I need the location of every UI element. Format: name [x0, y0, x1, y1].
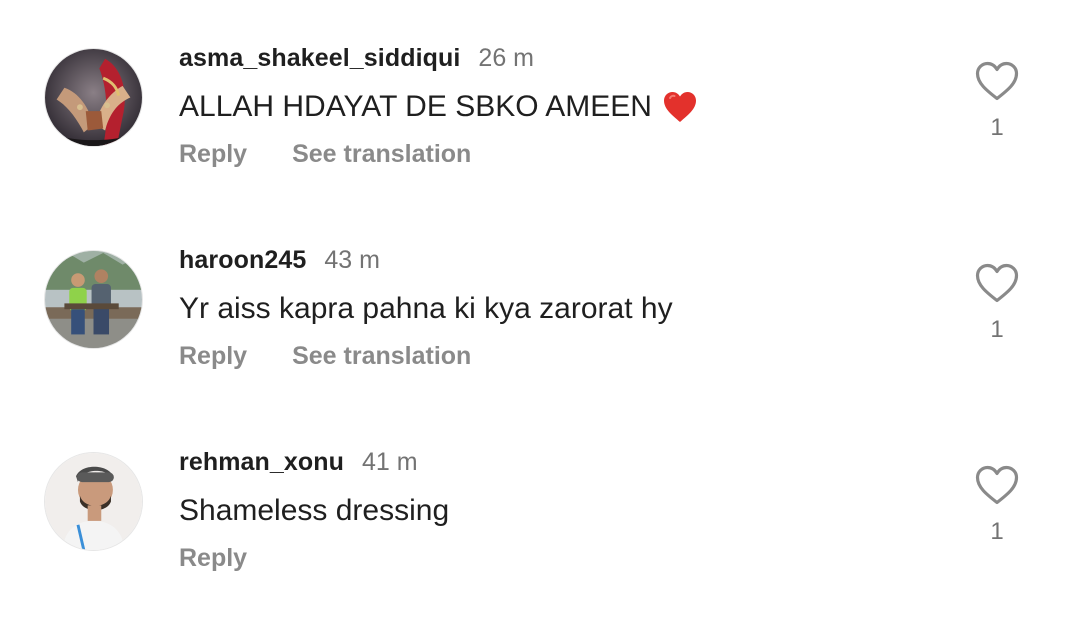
reply-button[interactable]: Reply [179, 342, 247, 371]
username[interactable]: haroon245 [179, 246, 306, 275]
like-count: 1 [990, 114, 1004, 141]
comment-item: asma_shakeel_siddiqui 26 m ALLAH HDAYAT … [0, 38, 1080, 238]
comment-body: Shameless dressing [179, 494, 450, 527]
comment-text: ALLAH HDAYAT DE SBKO AMEEN [179, 88, 698, 126]
comments-list: asma_shakeel_siddiqui 26 m ALLAH HDAYAT … [0, 0, 1080, 617]
comment-body: ALLAH HDAYAT DE SBKO AMEEN [179, 90, 652, 123]
avatar[interactable] [44, 452, 143, 551]
like-control: 1 [974, 262, 1020, 358]
avatar-image [45, 49, 142, 146]
reply-button[interactable]: Reply [179, 140, 247, 169]
comment-actions: Reply See translation [179, 140, 471, 169]
like-count: 1 [990, 316, 1004, 343]
avatar-image [45, 251, 142, 348]
reply-button[interactable]: Reply [179, 544, 247, 573]
timestamp: 43 m [324, 245, 380, 274]
comment-actions: Reply See translation [179, 342, 471, 371]
avatar[interactable] [44, 250, 143, 349]
timestamp: 41 m [362, 447, 418, 476]
comment-item: haroon245 43 m Yr aiss kapra pahna ki ky… [0, 240, 1080, 440]
timestamp: 26 m [478, 43, 535, 72]
avatar[interactable] [44, 48, 143, 147]
comment-body: Yr aiss kapra pahna ki kya zarorat hy [179, 292, 673, 325]
comment-actions: Reply [179, 544, 247, 573]
comment-header: haroon245 43 m [179, 244, 380, 276]
see-translation-button[interactable]: See translation [292, 140, 471, 169]
see-translation-button[interactable]: See translation [292, 342, 471, 371]
heart-outline-icon[interactable] [974, 464, 1020, 506]
comment-text: Yr aiss kapra pahna ki kya zarorat hy [179, 290, 673, 328]
comment-item: rehman_xonu 41 m Shameless dressing Repl… [0, 442, 1080, 617]
heart-outline-icon[interactable] [974, 262, 1020, 304]
like-control: 1 [974, 60, 1020, 156]
like-control: 1 [974, 464, 1020, 560]
avatar-image [45, 453, 142, 550]
comment-text: Shameless dressing [179, 492, 449, 530]
red-heart-emoji-icon [662, 90, 698, 124]
comment-header: rehman_xonu 41 m [179, 446, 418, 478]
username[interactable]: rehman_xonu [179, 448, 344, 477]
like-count: 1 [990, 518, 1004, 545]
username[interactable]: asma_shakeel_siddiqui [179, 44, 460, 73]
heart-outline-icon[interactable] [974, 60, 1020, 102]
comment-header: asma_shakeel_siddiqui 26 m [179, 42, 534, 74]
